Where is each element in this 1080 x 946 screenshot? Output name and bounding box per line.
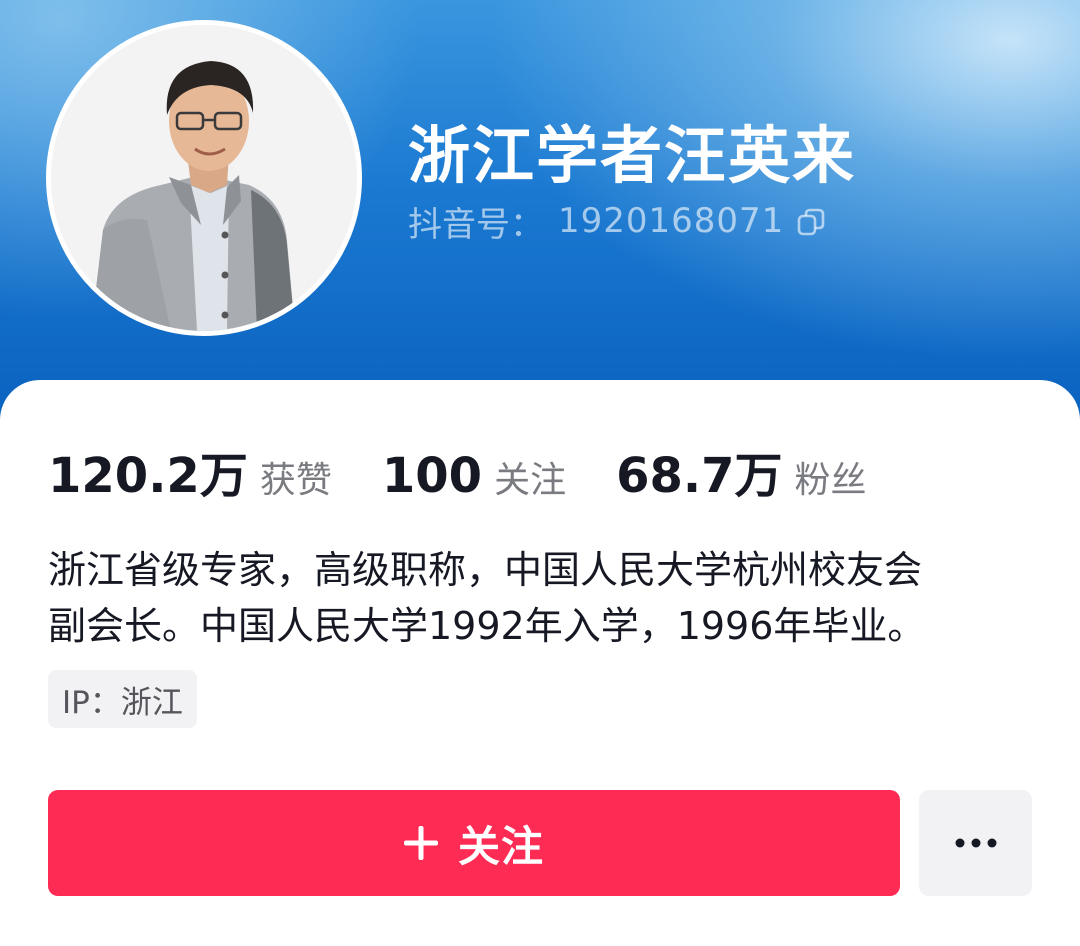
bio-line-2: 副会长。中国人民大学1992年入学，1996年毕业。 xyxy=(48,604,926,648)
profile-stats: 120.2万 获赞 100 关注 68.7万 粉丝 xyxy=(48,436,917,504)
douyin-id-row[interactable]: 抖音号： 1920168071 xyxy=(408,196,826,246)
douyin-id-value: 1920168071 xyxy=(558,201,785,241)
bio-line-1: 浙江省级专家，高级职称，中国人民大学杭州校友会 xyxy=(48,548,923,592)
stat-followers-value: 68.7万 xyxy=(616,448,783,504)
ip-location-tag: IP：浙江 xyxy=(48,670,197,728)
copy-icon[interactable] xyxy=(796,206,826,236)
avatar[interactable] xyxy=(46,20,362,336)
stat-followers-label: 粉丝 xyxy=(794,460,867,501)
stat-following-value: 100 xyxy=(381,448,483,504)
douyin-id-label: 抖音号： xyxy=(408,204,544,245)
stat-likes-label: 获赞 xyxy=(259,460,332,501)
avatar-photo xyxy=(51,25,357,331)
stat-followers[interactable]: 68.7万 粉丝 xyxy=(616,436,866,506)
follow-button[interactable]: 关注 xyxy=(48,790,900,896)
more-dots-icon xyxy=(955,838,996,848)
profile-header-background: 浙江学者汪英来 抖音号： 1920168071 xyxy=(0,0,1080,420)
stat-following[interactable]: 100 关注 xyxy=(382,448,566,504)
stat-following-label: 关注 xyxy=(494,460,567,501)
plus-icon xyxy=(403,826,438,860)
stat-likes-value: 120.2万 xyxy=(48,448,248,504)
stat-likes[interactable]: 120.2万 获赞 xyxy=(48,436,332,506)
profile-page: 浙江学者汪英来 抖音号： 1920168071 120.2万 获赞 100 关注… xyxy=(0,0,1080,946)
profile-bio: 浙江省级专家，高级职称，中国人民大学杭州校友会 副会长。中国人民大学1992年入… xyxy=(48,542,1038,654)
more-options-button[interactable] xyxy=(919,790,1032,896)
profile-name: 浙江学者汪英来 xyxy=(408,119,857,192)
follow-button-label: 关注 xyxy=(457,821,544,871)
